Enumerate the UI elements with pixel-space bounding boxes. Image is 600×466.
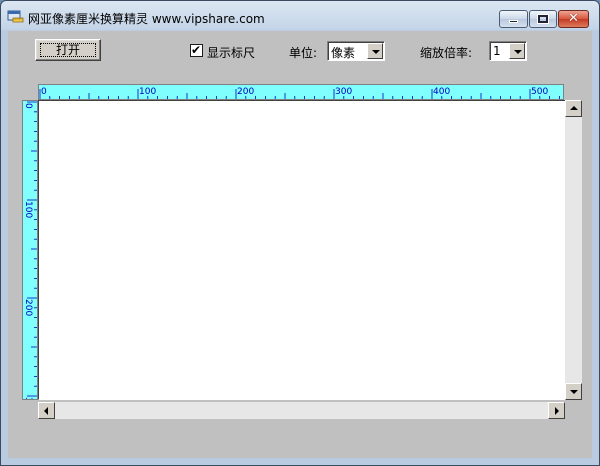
scroll-right-button[interactable]	[548, 402, 565, 419]
image-canvas[interactable]	[38, 100, 568, 400]
scroll-up-button[interactable]	[565, 100, 582, 117]
arrow-right-icon	[555, 407, 559, 415]
client-area: 打开 ✔ 显示标尺 单位: 像素 缩放倍率: 1 0 100 200 300 400 50…	[8, 31, 592, 458]
ruler-left-label: 0	[23, 103, 33, 109]
ruler-top-label: 400	[433, 87, 450, 97]
unit-select[interactable]: 像素	[327, 41, 385, 61]
ruler-left-label: 200	[23, 299, 33, 316]
vertical-ruler-ticks: 0 100 200 300	[23, 101, 37, 399]
ruler-left-label: 100	[23, 201, 33, 218]
arrow-left-icon	[44, 407, 48, 415]
chevron-down-icon	[514, 50, 522, 54]
zoom-dropdown-button[interactable]	[509, 43, 525, 59]
vertical-scrollbar[interactable]	[565, 100, 582, 400]
scroll-down-button[interactable]	[565, 383, 582, 400]
close-icon: ✕	[568, 11, 579, 26]
chevron-down-icon	[372, 50, 380, 54]
ruler-top-label: 200	[237, 87, 254, 97]
open-button-label: 打开	[55, 43, 80, 57]
zoom-label: 缩放倍率:	[420, 46, 473, 60]
unit-label: 单位:	[289, 46, 318, 60]
show-ruler-checkbox[interactable]: ✔	[190, 43, 203, 57]
ruler-top-label: 500	[531, 87, 548, 97]
zoom-select-value: 1	[493, 44, 501, 58]
horizontal-scrollbar[interactable]	[38, 402, 565, 419]
unit-dropdown-button[interactable]	[367, 43, 383, 59]
minimize-icon	[509, 20, 518, 23]
show-ruler-label[interactable]: 显示标尺	[207, 44, 255, 61]
scrollbar-corner	[565, 402, 582, 419]
ruler-corner	[22, 84, 38, 100]
ruler-top-label: 0	[41, 87, 47, 97]
window-title: 网亚像素厘米换算精灵 www.vipshare.com	[28, 12, 265, 26]
app-ruler-icon	[7, 10, 24, 23]
ruler-top-label: 100	[139, 87, 156, 97]
horizontal-ruler: 0 100 200 300 400 500	[38, 84, 564, 100]
maximize-button[interactable]	[529, 10, 557, 28]
minimize-button[interactable]	[499, 10, 528, 28]
vertical-ruler: 0 100 200 300	[22, 100, 38, 400]
zoom-select[interactable]: 1	[489, 41, 527, 61]
horizontal-ruler-ticks: 0 100 200 300 400 500	[39, 87, 560, 99]
unit-select-value: 像素	[331, 46, 356, 60]
arrow-up-icon	[570, 106, 578, 110]
ruler-left-label: 300	[23, 397, 33, 399]
close-button[interactable]: ✕	[558, 10, 589, 28]
check-icon: ✔	[191, 43, 202, 57]
open-button[interactable]: 打开	[35, 39, 101, 61]
maximize-icon	[538, 15, 548, 23]
ruler-top-label: 300	[335, 87, 352, 97]
app-window: 网亚像素厘米换算精灵 www.vipshare.com ✕ 打开 ✔ 显示标尺 …	[0, 0, 600, 466]
arrow-down-icon	[570, 390, 578, 394]
title-bar[interactable]: 网亚像素厘米换算精灵 www.vipshare.com ✕	[1, 1, 599, 31]
scroll-left-button[interactable]	[38, 402, 55, 419]
